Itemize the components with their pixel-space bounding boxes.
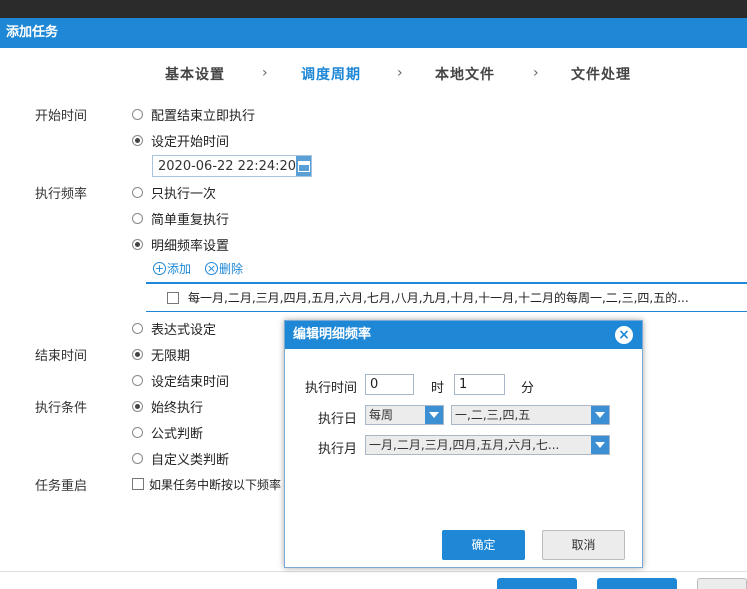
- exec-time-label: 执行时间: [305, 381, 357, 396]
- edit-frequency-modal: 编辑明细频率 × 执行时间 0 时 1 分 执行日 每周 一,二,三,四,五 执…: [284, 320, 643, 568]
- frequency-list-row[interactable]: 每一月,二月,三月,四月,五月,六月,七月,八月,九月,十月,十一月,十二月的每…: [146, 282, 747, 312]
- days-select[interactable]: 一,二,三,四,五: [451, 405, 610, 425]
- radio-icon[interactable]: [132, 374, 143, 386]
- restart-label: 任务重启: [35, 479, 88, 494]
- calendar-icon[interactable]: [296, 156, 311, 176]
- radio-checked-icon[interactable]: [132, 348, 143, 360]
- frequency-label: 执行频率: [35, 187, 88, 202]
- x-circle-icon: ×: [205, 262, 219, 275]
- radio-checked-icon[interactable]: [132, 238, 143, 250]
- close-icon[interactable]: ×: [615, 326, 633, 344]
- start-datetime-field[interactable]: 2020-06-22 22:24:20: [152, 155, 312, 177]
- cancel-button[interactable]: 取消: [542, 530, 625, 560]
- modal-header: 编辑明细频率 ×: [285, 321, 642, 349]
- start-time-label: 开始时间: [35, 109, 88, 124]
- detailed-frequency-radio[interactable]: 明细频率设置: [132, 235, 230, 254]
- option-label: 公式判断: [151, 426, 204, 442]
- cancel-task-button[interactable]: 取消: [697, 578, 747, 589]
- hour-unit: 时: [431, 381, 445, 396]
- chevron-down-icon[interactable]: [425, 406, 443, 424]
- expression-radio[interactable]: 表达式设定: [132, 319, 217, 338]
- delete-frequency-button[interactable]: × 删除: [205, 260, 243, 277]
- row-checkbox[interactable]: [167, 291, 179, 304]
- radio-icon[interactable]: [132, 186, 143, 198]
- period-select[interactable]: 每周: [365, 405, 444, 425]
- radio-icon[interactable]: [132, 426, 143, 438]
- next-step-button[interactable]: 下一步: [597, 578, 677, 589]
- custom-class-radio[interactable]: 自定义类判断: [132, 449, 230, 468]
- hour-input[interactable]: 0: [365, 374, 414, 395]
- set-start-time-radio[interactable]: 设定开始时间: [132, 131, 230, 150]
- months-select-value: 一月,二月,三月,四月,五月,六月,七...: [369, 438, 560, 452]
- months-select[interactable]: 一月,二月,三月,四月,五月,六月,七...: [365, 435, 610, 455]
- restart-checkbox[interactable]: 如果任务中断按以下频率: [132, 475, 281, 493]
- add-label: 添加: [167, 262, 192, 276]
- step-schedule-period[interactable]: 调度周期: [301, 64, 361, 84]
- frequency-actions: + 添加 × 删除: [153, 260, 243, 277]
- delete-label: 删除: [219, 262, 244, 276]
- radio-checked-icon[interactable]: [132, 400, 143, 412]
- option-label: 表达式设定: [151, 322, 217, 338]
- chevron-right-icon: ›: [262, 65, 268, 81]
- add-frequency-button[interactable]: + 添加: [153, 260, 191, 277]
- no-end-radio[interactable]: 无限期: [132, 345, 191, 364]
- start-immediately-radio[interactable]: 配置结束立即执行: [132, 105, 256, 124]
- frequency-entry-text: 每一月,二月,三月,四月,五月,六月,七月,八月,九月,十月,十一月,十二月的每…: [188, 291, 689, 305]
- prev-step-button[interactable]: 上一步: [497, 578, 577, 589]
- step-wizard: 基本设置 › 调度周期 › 本地文件 › 文件处理: [0, 64, 747, 84]
- chevron-right-icon: ›: [397, 65, 403, 81]
- option-label: 明细频率设置: [151, 238, 230, 254]
- always-run-radio[interactable]: 始终执行: [132, 397, 204, 416]
- simple-repeat-radio[interactable]: 简单重复执行: [132, 209, 230, 228]
- exec-month-label: 执行月: [318, 442, 356, 457]
- step-file-processing[interactable]: 文件处理: [571, 64, 631, 84]
- option-label: 只执行一次: [151, 186, 217, 202]
- restart-text: 如果任务中断按以下频率: [149, 477, 282, 492]
- option-label: 始终执行: [151, 400, 204, 416]
- plus-circle-icon: +: [153, 262, 166, 275]
- option-label: 配置结束立即执行: [151, 108, 256, 124]
- days-select-value: 一,二,三,四,五: [455, 408, 531, 422]
- run-once-radio[interactable]: 只执行一次: [132, 183, 217, 202]
- confirm-button[interactable]: 确定: [442, 530, 525, 560]
- dialog-title: 添加任务: [0, 18, 747, 48]
- exec-day-label: 执行日: [318, 412, 356, 427]
- end-time-label: 结束时间: [35, 349, 88, 364]
- step-local-files[interactable]: 本地文件: [435, 64, 495, 84]
- radio-icon[interactable]: [132, 452, 143, 464]
- start-datetime-value[interactable]: 2020-06-22 22:24:20: [153, 159, 296, 174]
- option-label: 简单重复执行: [151, 212, 230, 228]
- condition-label: 执行条件: [35, 401, 88, 416]
- step-basic-settings[interactable]: 基本设置: [165, 64, 225, 84]
- minute-input[interactable]: 1: [454, 374, 505, 395]
- minute-unit: 分: [521, 381, 535, 396]
- option-label: 无限期: [151, 348, 191, 364]
- set-end-time-radio[interactable]: 设定结束时间: [132, 371, 230, 390]
- radio-icon[interactable]: [132, 108, 143, 120]
- period-select-value: 每周: [369, 408, 394, 422]
- checkbox-icon[interactable]: [132, 478, 144, 490]
- modal-title: 编辑明细频率: [293, 327, 372, 342]
- top-dark-bar: [0, 0, 747, 18]
- radio-icon[interactable]: [132, 212, 143, 224]
- option-label: 自定义类判断: [151, 452, 230, 468]
- formula-radio[interactable]: 公式判断: [132, 423, 204, 442]
- chevron-down-icon[interactable]: [591, 406, 609, 424]
- option-label: 设定开始时间: [151, 134, 230, 150]
- chevron-right-icon: ›: [533, 65, 539, 81]
- radio-checked-icon[interactable]: [132, 134, 143, 146]
- radio-icon[interactable]: [132, 322, 143, 334]
- chevron-down-icon[interactable]: [591, 436, 609, 454]
- option-label: 设定结束时间: [151, 374, 230, 390]
